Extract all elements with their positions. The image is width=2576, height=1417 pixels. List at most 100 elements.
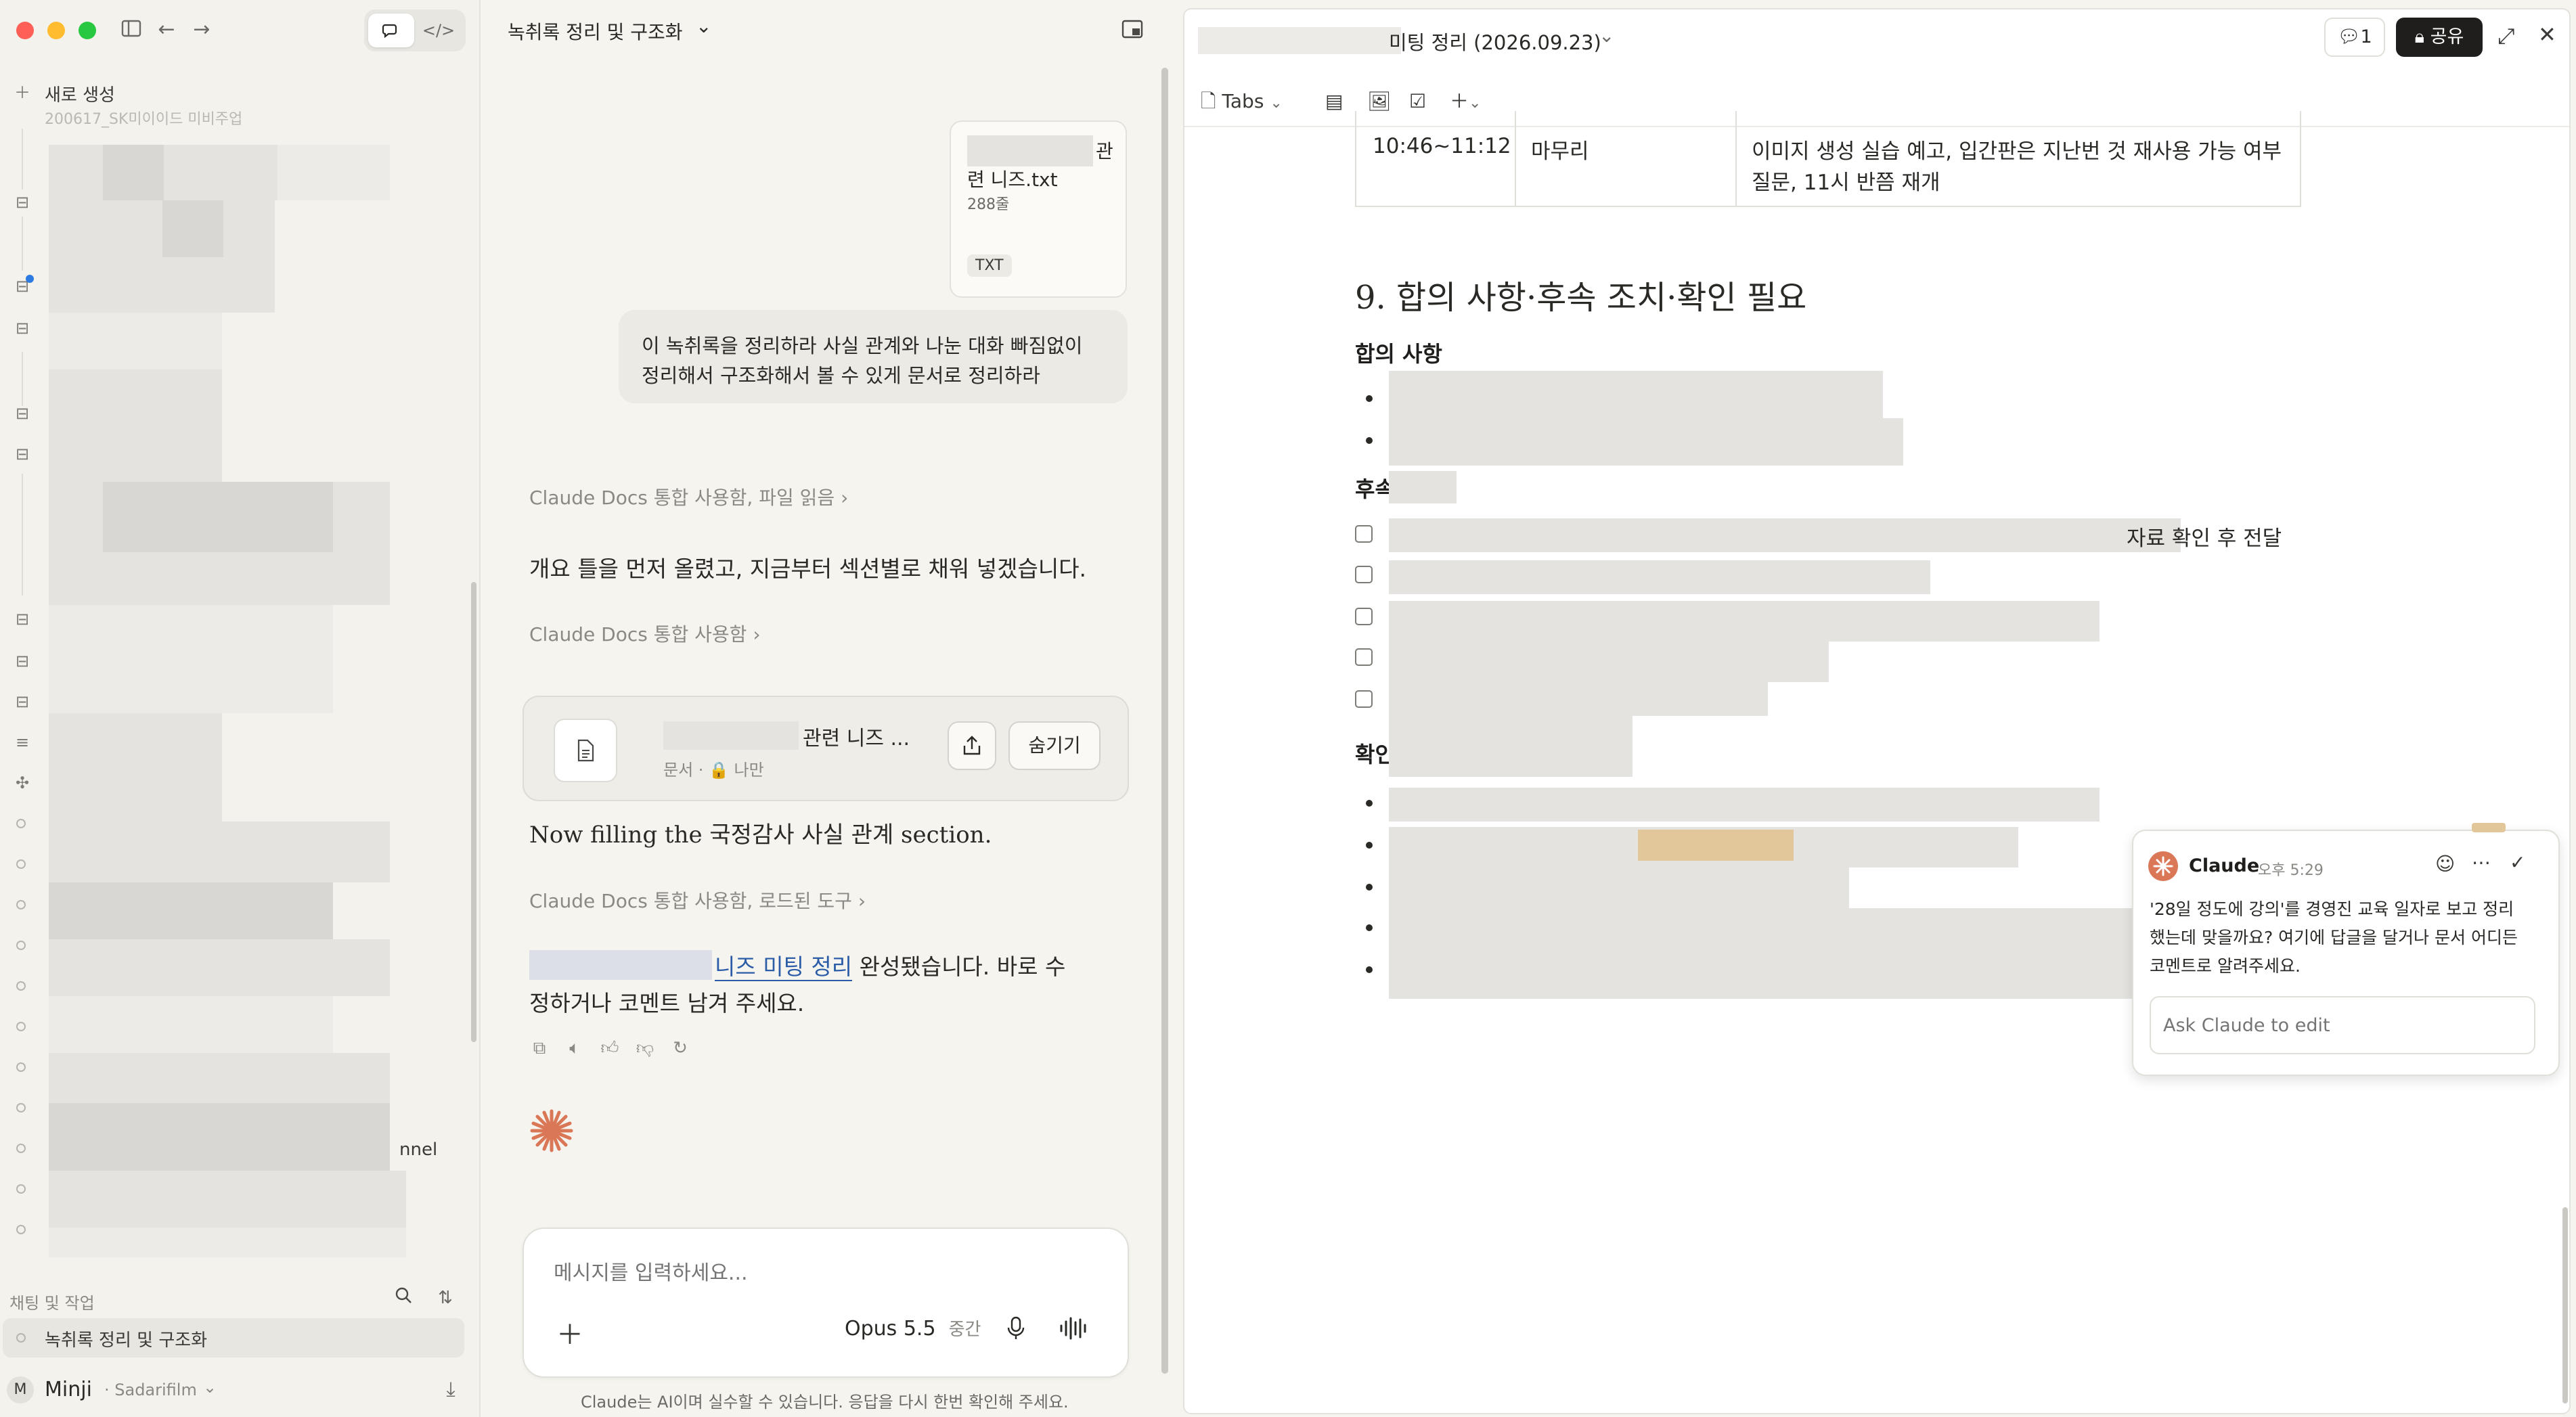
sidebar-toggle-icon[interactable] [119, 18, 143, 42]
forward-arrow-icon[interactable]: → [190, 18, 214, 42]
tree-line [22, 474, 23, 595]
thumbs-up-icon[interactable]: 👍︎ [598, 1037, 621, 1060]
chat-title[interactable]: 녹취록 정리 및 구조화 [508, 18, 683, 45]
chevron-down-icon[interactable]: ⌄ [203, 1378, 217, 1397]
chat-dot[interactable] [16, 859, 26, 869]
code-mode-icon[interactable]: </> [416, 14, 462, 47]
thumbs-down-icon[interactable]: 👎︎ [634, 1037, 657, 1060]
chat-dot[interactable] [16, 1225, 26, 1234]
tool-use-summary[interactable]: Claude Docs 통합 사용함, 로드된 도구 › [529, 886, 866, 914]
chat-dot[interactable] [16, 819, 26, 828]
table-cell-phase: 마무리 [1531, 139, 1589, 164]
more-icon[interactable]: ⋯ [2472, 851, 2491, 874]
section-label: 채팅 및 작업 [9, 1294, 95, 1313]
plus-icon[interactable]: ＋ [556, 1313, 583, 1352]
tabs-dropdown[interactable]: 🗋︎ Tabs ⌄ [1201, 88, 1283, 115]
artifact-card[interactable]: 관련 니즈 ... 문서 · 🔒 나만 숨기기 [523, 696, 1129, 801]
resolve-check-icon[interactable]: ✓ [2510, 851, 2525, 874]
chevron-right-icon: › [753, 623, 761, 646]
comment-count: 1 [2360, 26, 2372, 47]
chevron-down-icon[interactable]: ⌄ [1599, 24, 1614, 47]
filter-icon[interactable]: ⇅ [433, 1286, 458, 1310]
comments-button[interactable]: 💬︎1 [2324, 18, 2385, 57]
folder-icon[interactable]: ⊟ [12, 651, 32, 671]
avatar[interactable]: M [7, 1376, 34, 1403]
model-selector[interactable]: Opus 5.5 중간 [845, 1315, 981, 1341]
todo-checkbox[interactable] [1355, 648, 1373, 666]
todo-checkbox[interactable] [1355, 525, 1373, 543]
window-zoom-control[interactable] [79, 22, 96, 39]
tree-line [22, 352, 23, 406]
chat-dot[interactable] [16, 1022, 26, 1031]
bullet [1366, 924, 1373, 931]
bullet [1366, 800, 1373, 807]
document-link[interactable]: 니즈 미팅 정리 [715, 953, 853, 981]
folder-icon[interactable]: ⊟ [12, 444, 32, 464]
active-chat-item[interactable]: 녹취록 정리 및 구조화 [3, 1318, 464, 1357]
doc-scrollbar[interactable] [2562, 1207, 2568, 1403]
active-chat-label: 녹취록 정리 및 구조화 [45, 1330, 208, 1351]
folder-icon[interactable]: ⊟ [12, 609, 32, 629]
voice-mode-icon[interactable] [1059, 1315, 1088, 1343]
microphone-icon[interactable] [1006, 1315, 1029, 1343]
tabs-label: Tabs [1222, 90, 1264, 112]
chat-dot[interactable] [16, 1062, 26, 1072]
claude-avatar-icon [2148, 851, 2178, 881]
stack-icon[interactable]: ≡ [12, 732, 32, 752]
panel-layout-icon[interactable] [1121, 18, 1145, 42]
new-chat-button[interactable]: 새로 생성 [45, 81, 115, 106]
folder-icon[interactable]: ⊟ [12, 192, 32, 212]
comment-reply-input[interactable] [2150, 996, 2535, 1054]
tool-use-summary[interactable]: Claude Docs 통합 사용함 › [529, 620, 761, 647]
folder-icon[interactable]: ⊟ [12, 692, 32, 712]
chat-dot[interactable] [16, 900, 26, 909]
chat-dot[interactable] [16, 1103, 26, 1112]
user-name[interactable]: Minji [45, 1378, 92, 1401]
folder-icon[interactable]: ⊟ [12, 403, 32, 424]
doc-title[interactable]: 미팅 정리 (2026.09.23) [1389, 27, 1601, 55]
expand-icon[interactable]: ⤢ [2497, 23, 2515, 49]
redacted-title [663, 721, 799, 750]
window-minimize-control[interactable] [47, 22, 65, 39]
chat-dot[interactable] [16, 1144, 26, 1153]
tool-use-summary[interactable]: Claude Docs 통합 사용함, 파일 읽음 › [529, 483, 848, 510]
back-arrow-icon[interactable]: ← [154, 18, 179, 42]
download-icon[interactable]: ⤓ [439, 1378, 463, 1402]
attachment-lines: 288줄 [967, 196, 1010, 213]
attachment-card[interactable]: 관 련 니즈.txt 288줄 TXT [950, 120, 1127, 298]
chat-mode-icon[interactable] [368, 14, 414, 47]
table-icon[interactable]: ▤ [1325, 88, 1343, 115]
disclaimer: Claude는 AI이며 실수할 수 있습니다. 응답을 다시 한번 확인해 주… [581, 1393, 1069, 1412]
highlighted-text[interactable] [1638, 830, 1794, 861]
hide-button[interactable]: 숨기기 [1008, 721, 1101, 770]
chat-dot[interactable] [16, 941, 26, 950]
document-icon [554, 719, 617, 782]
speaker-icon[interactable]: 🔈︎ [563, 1037, 586, 1060]
agent-icon[interactable]: ✣ [12, 773, 32, 793]
retry-icon[interactable]: ↻ [669, 1037, 692, 1060]
close-icon[interactable]: ✕ [2538, 22, 2556, 47]
sidebar: ← → </> ＋ 새로 생성 200617_SK미이이드 미비주업 ⊟ ⊟ ⊟… [0, 0, 481, 1417]
todo-checkbox[interactable] [1355, 690, 1373, 708]
emoji-icon[interactable]: ☺ [2435, 853, 2455, 875]
window-close-control[interactable] [16, 22, 34, 39]
todo-checkbox[interactable] [1355, 566, 1373, 583]
chevron-down-icon[interactable]: ⌄ [696, 15, 711, 37]
copy-icon[interactable]: ⧉ [528, 1037, 551, 1060]
chat-dot[interactable] [16, 1184, 26, 1194]
todo-checkbox[interactable] [1355, 608, 1373, 625]
share-button[interactable]: 🔒︎ 공유 [2396, 18, 2483, 57]
search-icon[interactable] [391, 1286, 416, 1310]
sidebar-scrollbar[interactable] [471, 582, 476, 1042]
chat-dot[interactable] [16, 981, 26, 991]
plus-icon[interactable]: ＋ [12, 83, 32, 103]
message-input[interactable] [554, 1256, 1095, 1290]
share-upload-icon[interactable] [948, 721, 996, 770]
subheading-agreements: 합의 사항 [1355, 341, 1442, 367]
redacted-filename [967, 135, 1093, 166]
table-divider [1735, 111, 1737, 207]
table-cell-time: 10:46~11:12 [1373, 134, 1511, 158]
chat-scrollbar[interactable] [1161, 68, 1168, 1374]
chevron-right-icon: › [858, 890, 866, 912]
folder-icon[interactable]: ⊟ [12, 318, 32, 338]
